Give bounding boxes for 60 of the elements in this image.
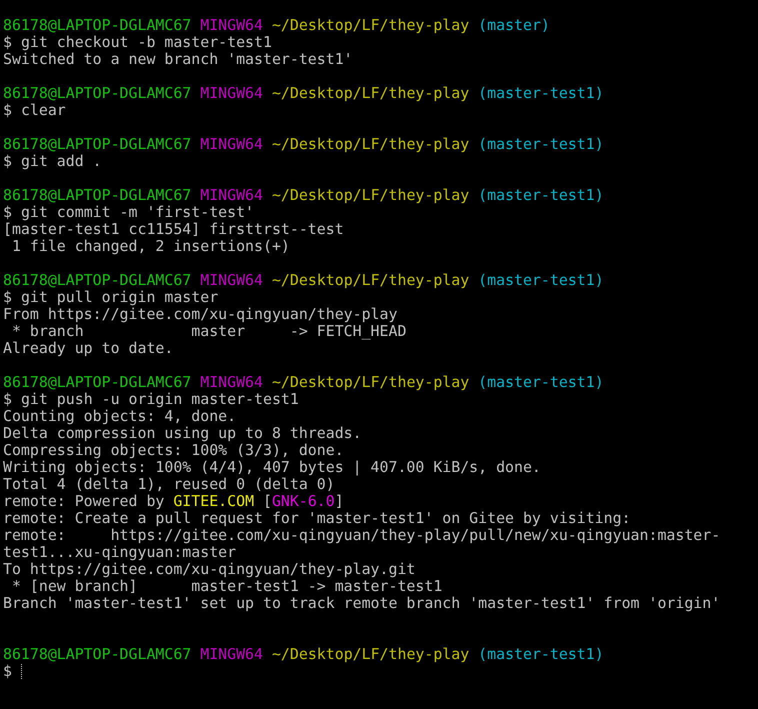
prompt-branch: (master)	[478, 16, 550, 34]
output-line: Counting objects: 4, done.	[3, 408, 238, 425]
output-line: [master-test1 cc11554] firsttrst--test	[3, 221, 345, 238]
output-line: test1...xu-qingyuan:master	[3, 544, 236, 561]
prompt-user: 86178@LAPTOP-DGLAMC67	[3, 645, 192, 663]
output-line: Branch 'master-test1' set up to track remote branch 'master-test1' from 'origin'	[3, 595, 722, 612]
output-line: remote: Create a pull request for 'master-test1' on Gitee by visiting:	[3, 510, 632, 527]
prompt-path: ~/Desktop/LF/they-play	[272, 16, 470, 34]
prompt-system: MINGW64	[200, 271, 263, 289]
prompt-sign: $	[3, 33, 12, 51]
prompt-system: MINGW64	[200, 16, 263, 34]
prompt-system: MINGW64	[200, 373, 263, 391]
output-line: 1 file changed, 2 insertions(+)	[10, 238, 291, 255]
prompt-user: 86178@LAPTOP-DGLAMC67	[3, 16, 192, 34]
output-line: Switched to a new branch 'master-test1'	[3, 51, 354, 68]
command-text: git add .	[20, 152, 102, 170]
text-cursor	[20, 664, 23, 680]
prompt-path: ~/Desktop/LF/they-play	[272, 645, 470, 663]
output-line: Already up to date.	[3, 340, 174, 357]
prompt-sign: $	[3, 390, 12, 408]
command-text: git pull origin master	[20, 288, 218, 306]
prompt-path: ~/Desktop/LF/they-play	[272, 186, 470, 204]
output-line: Total 4 (delta 1), reused 0 (delta 0)	[3, 476, 335, 493]
prompt-branch: (master-test1)	[478, 186, 604, 204]
prompt-path: ~/Desktop/LF/they-play	[272, 84, 470, 102]
prompt-sign: $	[3, 288, 12, 306]
command-text: git push -u origin master-test1	[20, 390, 299, 408]
output-line: From https://gitee.com/xu-qingyuan/they-play	[3, 306, 398, 323]
prompt-branch: (master-test1)	[478, 271, 604, 289]
prompt-branch: (master-test1)	[478, 373, 604, 391]
prompt-path: ~/Desktop/LF/they-play	[272, 373, 470, 391]
output-line: To https://gitee.com/xu-qingyuan/they-play.git	[3, 561, 416, 578]
prompt-sign: $	[3, 101, 12, 119]
prompt-branch: (master-test1)	[478, 645, 604, 663]
prompt-system: MINGW64	[200, 186, 263, 204]
prompt-branch: (master-test1)	[478, 135, 604, 153]
prompt-path: ~/Desktop/LF/they-play	[272, 135, 470, 153]
prompt-sign: $	[3, 662, 12, 680]
prompt-user: 86178@LAPTOP-DGLAMC67	[3, 135, 192, 153]
output-line: remote: https://gitee.com/xu-qingyuan/they-play/pull/new/xu-qingyuan:master-	[3, 527, 722, 544]
prompt-user: 86178@LAPTOP-DGLAMC67	[3, 84, 192, 102]
prompt-sign: $	[3, 152, 12, 170]
output-line: Writing objects: 100% (4/4), 407 bytes | 407.00 KiB/s, done.	[3, 459, 542, 476]
command-text: git checkout -b master-test1	[20, 33, 272, 51]
prompt-system: MINGW64	[200, 84, 263, 102]
output-line: remote: Powered by GITEE.COM [GNK-6.0]	[3, 493, 345, 510]
output-line: * [new branch] master-test1 -> master-test1	[10, 578, 444, 595]
output-line: Delta compression using up to 8 threads.	[3, 425, 363, 442]
prompt-path: ~/Desktop/LF/they-play	[272, 271, 470, 289]
prompt-user: 86178@LAPTOP-DGLAMC67	[3, 271, 192, 289]
prompt-system: MINGW64	[200, 135, 263, 153]
output-line: Compressing objects: 100% (3/3), done.	[3, 442, 345, 459]
prompt-system: MINGW64	[200, 645, 263, 663]
prompt-sign: $	[3, 203, 12, 221]
prompt-user: 86178@LAPTOP-DGLAMC67	[3, 186, 192, 204]
output-line: * branch master -> FETCH_HEAD	[10, 323, 408, 340]
command-text: git commit -m 'first-test'	[20, 203, 254, 221]
command-text: clear	[20, 101, 66, 119]
prompt-user: 86178@LAPTOP-DGLAMC67	[3, 373, 192, 391]
prompt-branch: (master-test1)	[478, 84, 604, 102]
